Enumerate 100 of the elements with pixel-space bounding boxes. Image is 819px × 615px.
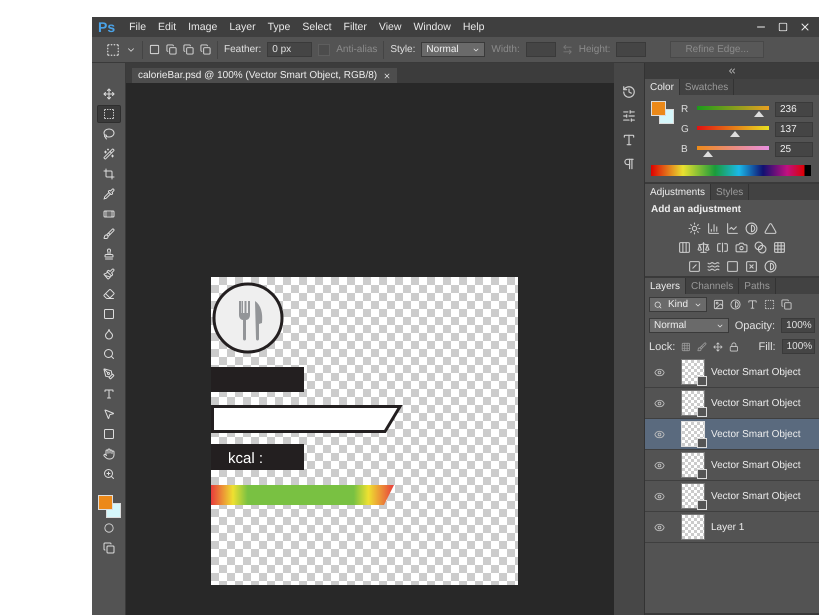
history-icon[interactable] — [622, 85, 636, 99]
panel-tab[interactable]: Layers — [645, 278, 686, 294]
brush-icon[interactable] — [697, 342, 707, 352]
camera-icon[interactable] — [735, 241, 748, 254]
channel-label: R — [681, 104, 690, 114]
maximize-icon — [778, 22, 788, 32]
style-label: Style: — [390, 44, 416, 55]
adjustments-heading: Add an adjustment — [650, 203, 742, 217]
eye-icon — [654, 460, 664, 470]
slash-square-icon[interactable] — [688, 260, 700, 273]
bar-chart-icon[interactable] — [706, 222, 720, 235]
opacity-label: Opacity: — [734, 320, 776, 332]
circle-icon — [104, 523, 114, 533]
eye-icon — [654, 366, 664, 378]
collapse-icon[interactable] — [727, 66, 737, 76]
windows-icon — [102, 542, 114, 554]
layer-row[interactable]: Layer 1 — [645, 512, 819, 543]
close-icon[interactable] — [383, 72, 392, 80]
contrast-icon[interactable] — [730, 299, 741, 310]
eye-icon — [654, 522, 664, 532]
paragraph-icon[interactable] — [622, 157, 636, 171]
fill-field[interactable]: 100% — [782, 339, 816, 354]
channel-value-field[interactable]: 137 — [775, 122, 813, 136]
slider-thumb[interactable] — [754, 111, 764, 117]
cutlery-badge — [212, 282, 284, 354]
document-title: calorieBar.psd @ 100% (Vector Smart Object, RGB/8) — [138, 70, 378, 81]
layer-row[interactable]: Vector Smart Object — [645, 450, 819, 481]
new-selection-icon[interactable] — [149, 44, 160, 55]
layer-row[interactable]: Vector Smart Object — [645, 357, 819, 388]
grid-icon[interactable] — [773, 241, 786, 254]
panel-tab[interactable]: Color — [645, 79, 680, 95]
lock-icon[interactable] — [728, 342, 738, 352]
columns-icon[interactable] — [678, 241, 691, 254]
layer-row[interactable]: Vector Smart Object — [645, 481, 819, 512]
filter-select[interactable]: Kind — [649, 297, 707, 312]
triangle-icon[interactable] — [764, 222, 776, 235]
contrast-icon[interactable] — [764, 260, 776, 273]
menu-item[interactable]: Window — [407, 21, 457, 33]
pen-icon — [102, 368, 114, 380]
paintbrush-icon — [102, 268, 114, 280]
droplet-icon — [102, 328, 114, 340]
smart-object-badge — [697, 438, 707, 448]
color-spectrum[interactable] — [651, 165, 811, 176]
style-select[interactable]: Normal — [421, 42, 486, 57]
opacity-field[interactable]: 100% — [781, 318, 815, 333]
eye-icon — [654, 398, 664, 408]
layer-name: Layer 1 — [711, 522, 744, 532]
pointer-icon — [102, 408, 114, 420]
document-tab[interactable]: calorieBar.psd @ 100% (Vector Smart Object, RGB/8) — [132, 68, 398, 83]
menu-item[interactable]: View — [372, 21, 408, 33]
eye-icon — [654, 428, 664, 440]
waves-icon[interactable] — [706, 260, 720, 273]
feather-label: Feather: — [224, 44, 262, 55]
blend-icon[interactable] — [754, 241, 767, 254]
split-square-icon[interactable] — [716, 241, 729, 254]
menu-item[interactable]: Image — [182, 21, 224, 33]
width-field[interactable] — [526, 42, 556, 57]
menu-item[interactable]: Help — [456, 21, 490, 33]
square-icon[interactable] — [726, 260, 738, 273]
menu-item[interactable]: Filter — [338, 21, 373, 33]
scale-icon[interactable] — [697, 241, 710, 254]
feather-field[interactable]: 0 px — [267, 42, 312, 57]
smart-object-badge — [697, 407, 707, 417]
lasso-icon — [102, 128, 114, 140]
slider-thumb[interactable] — [703, 151, 714, 157]
contrast-icon[interactable] — [744, 222, 758, 235]
move-icon[interactable] — [712, 342, 723, 352]
layer-row[interactable]: Vector Smart Object — [645, 419, 819, 450]
menu-item[interactable]: File — [123, 21, 152, 33]
menu-item[interactable]: Select — [296, 21, 338, 33]
blend-mode-value: Normal — [654, 320, 686, 331]
wand-icon — [102, 148, 114, 160]
slider-thumb[interactable] — [730, 131, 740, 137]
fill-label: Fill: — [758, 340, 776, 352]
line-chart-icon[interactable] — [726, 222, 738, 235]
height-field[interactable] — [616, 42, 646, 57]
shape-icon[interactable] — [764, 299, 775, 310]
channel-value-field[interactable]: 236 — [775, 102, 813, 116]
layer-thumbnail — [681, 514, 705, 540]
search-icon — [654, 300, 662, 308]
menu-item[interactable]: Edit — [152, 21, 182, 33]
brush-icon — [102, 228, 114, 240]
menu-item[interactable]: Layer — [223, 21, 262, 33]
character-icon[interactable] — [622, 133, 636, 147]
color-swatches[interactable] — [651, 101, 673, 123]
properties-icon[interactable] — [622, 109, 636, 123]
stamp-icon — [102, 248, 114, 260]
channel-value-field[interactable]: 25 — [775, 142, 813, 156]
marquee-icon[interactable] — [106, 42, 120, 56]
panel-tab[interactable]: Adjustments — [645, 184, 712, 200]
image-icon[interactable] — [713, 299, 724, 310]
layer-name: Vector Smart Object — [711, 428, 800, 440]
type-icon[interactable] — [747, 299, 758, 310]
color-swatches[interactable] — [98, 495, 120, 517]
blend-mode-select[interactable]: Normal — [649, 318, 729, 333]
x-square-icon[interactable] — [744, 260, 758, 273]
move-icon — [102, 88, 114, 100]
sun-icon[interactable] — [688, 222, 700, 235]
tool-button[interactable] — [96, 105, 120, 123]
menu-item[interactable]: Type — [262, 21, 296, 33]
